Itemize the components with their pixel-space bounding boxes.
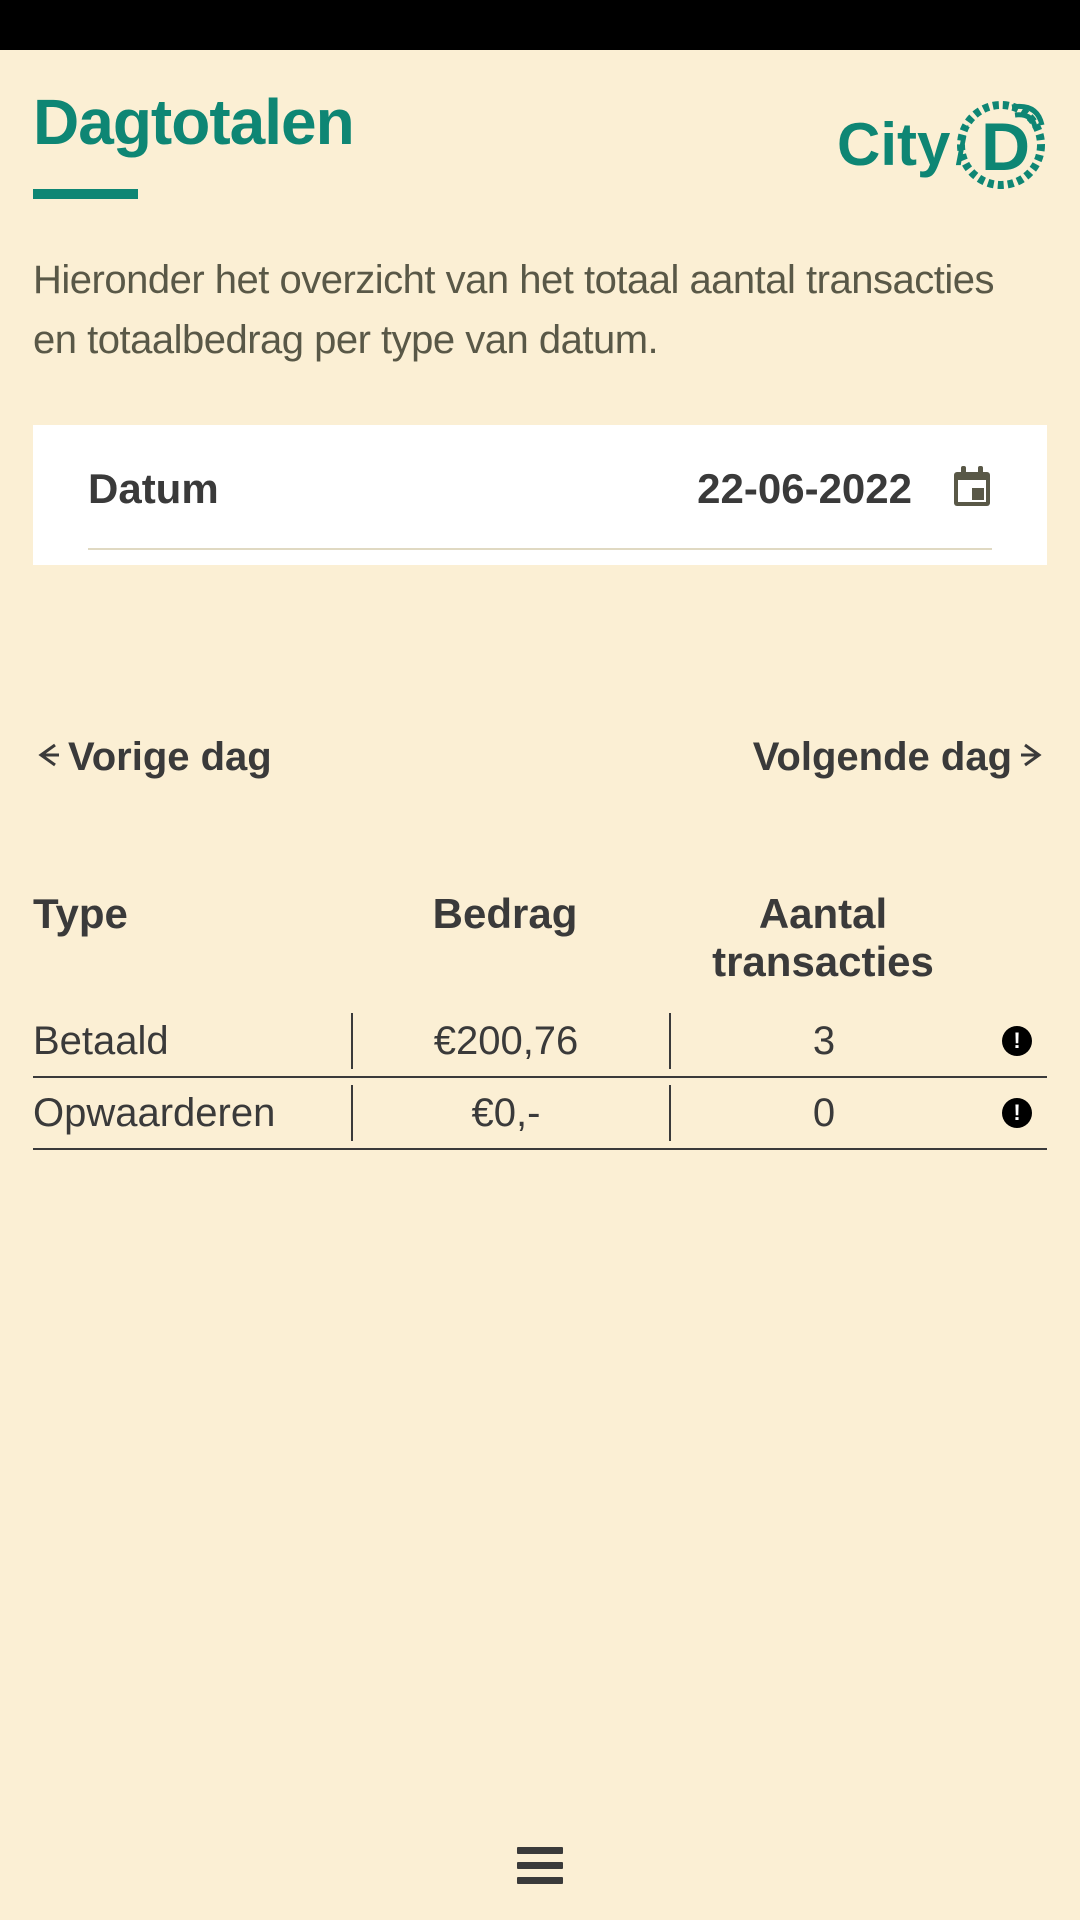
info-icon[interactable]: ! (1002, 1026, 1032, 1056)
cell-amount: €0,- (351, 1085, 659, 1141)
previous-day-button[interactable]: Vorige dag (33, 735, 272, 780)
totals-table: Type Bedrag Aantal transacties Betaald €… (33, 890, 1047, 1150)
previous-day-label: Vorige dag (68, 735, 272, 780)
table-header-transactions: Aantal transacties (669, 890, 977, 986)
cell-count: 0 (669, 1085, 977, 1141)
arrow-right-icon (1017, 735, 1047, 780)
info-icon[interactable]: ! (1002, 1098, 1032, 1128)
table-header-type: Type (33, 890, 341, 938)
table-row: Opwaarderen €0,- 0 ! (33, 1078, 1047, 1150)
svg-text:City: City (837, 111, 951, 178)
date-label: Datum (88, 465, 219, 513)
cell-type: Betaald (33, 1019, 341, 1064)
table-header-row: Type Bedrag Aantal transacties (33, 890, 1047, 1006)
cell-count: 3 (669, 1013, 977, 1069)
svg-text:D: D (981, 109, 1030, 185)
hamburger-menu-icon[interactable] (517, 1847, 563, 1884)
cityid-logo: City i D (837, 95, 1047, 200)
date-value: 22-06-2022 (697, 465, 912, 513)
date-picker-card: Datum 22-06-2022 (33, 425, 1047, 565)
bottom-menu-bar (0, 1810, 1080, 1920)
calendar-icon[interactable] (952, 466, 992, 513)
cell-type: Opwaarderen (33, 1091, 341, 1136)
table-row: Betaald €200,76 3 ! (33, 1006, 1047, 1078)
cell-amount: €200,76 (351, 1013, 659, 1069)
page-title: Dagtotalen (33, 85, 354, 159)
next-day-label: Volgende dag (753, 735, 1012, 780)
page-description: Hieronder het overzicht van het totaal a… (33, 250, 1047, 370)
table-header-amount: Bedrag (351, 890, 659, 938)
page-header: Dagtotalen City i D (33, 85, 1047, 200)
title-underline (33, 189, 138, 199)
next-day-button[interactable]: Volgende dag (753, 735, 1047, 780)
status-bar (0, 0, 1080, 50)
arrow-left-icon (33, 735, 63, 780)
